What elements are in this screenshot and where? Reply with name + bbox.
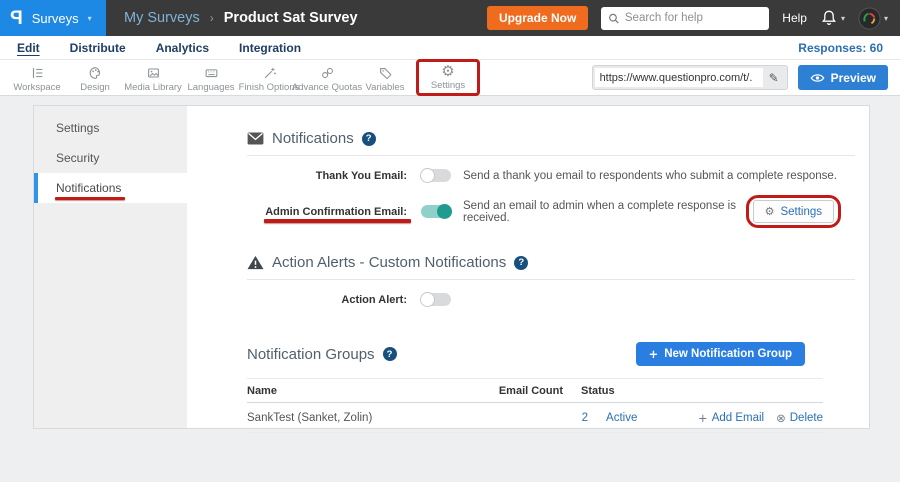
sidebar-item-notifications[interactable]: Notifications xyxy=(34,173,187,203)
tab-integration[interactable]: Integration xyxy=(239,41,301,55)
header-email-count: Email Count xyxy=(483,385,563,397)
group-row: SankTest (Sanket, Zolin) 2 Active + Add … xyxy=(247,403,823,433)
section-title: Notifications xyxy=(272,130,354,147)
breadcrumb-separator: › xyxy=(210,11,214,25)
notification-groups-header: Notification Groups ? + New Notification… xyxy=(247,342,823,366)
action-alert-toggle[interactable] xyxy=(421,293,451,306)
chevron-down-icon: ▾ xyxy=(884,14,888,23)
search-icon xyxy=(608,12,620,25)
header-status: Status xyxy=(563,385,673,397)
action-alert-row: Action Alert: xyxy=(247,293,855,306)
section-title: Action Alerts - Custom Notifications xyxy=(272,254,506,271)
settings-panel: Settings Security Notifications Notifica… xyxy=(33,105,870,429)
tab-analytics[interactable]: Analytics xyxy=(156,41,209,55)
notifications-section-header: Notifications ? xyxy=(247,130,855,156)
chain-links-icon xyxy=(319,65,336,81)
image-icon xyxy=(145,65,162,81)
group-status-link[interactable]: Active xyxy=(606,412,637,424)
notifications-bell[interactable]: ▾ xyxy=(820,9,845,27)
help-icon[interactable]: ? xyxy=(383,347,397,361)
surveys-menu[interactable]: P Surveys ▾ xyxy=(0,0,106,36)
group-name: SankTest (Sanket, Zolin) xyxy=(247,412,508,424)
plus-icon: + xyxy=(698,411,708,425)
questionpro-logo: P xyxy=(10,9,23,28)
breadcrumb: My Surveys › Product Sat Survey xyxy=(106,10,358,26)
toolbar-settings[interactable]: ⚙ Settings xyxy=(422,62,474,91)
palette-icon xyxy=(87,65,104,81)
keyboard-icon xyxy=(203,65,220,81)
thank-you-email-description: Send a thank you email to respondents wh… xyxy=(463,170,837,182)
admin-confirmation-email-label: Admin Confirmation Email: xyxy=(247,206,407,218)
groups-table-header: Name Email Count Status xyxy=(247,379,823,403)
delete-action[interactable]: ⊗ Delete xyxy=(776,411,823,425)
warning-icon xyxy=(247,255,264,270)
toolbar-media-library[interactable]: Media Library xyxy=(124,63,182,93)
admin-confirmation-email-toggle[interactable] xyxy=(421,205,451,218)
sidebar-item-security[interactable]: Security xyxy=(34,143,187,173)
edit-url-pencil-icon[interactable]: ✎ xyxy=(763,71,785,85)
toolbar-workspace[interactable]: Workspace xyxy=(8,63,66,93)
envelope-icon xyxy=(247,132,264,145)
top-bar: P Surveys ▾ My Surveys › Product Sat Sur… xyxy=(0,0,900,36)
thank-you-email-label: Thank You Email: xyxy=(247,170,407,182)
workspace-icon xyxy=(29,65,46,81)
settings-sidebar: Settings Security Notifications xyxy=(34,106,187,428)
settings-page: Settings Security Notifications Notifica… xyxy=(0,105,900,482)
breadcrumb-current: Product Sat Survey xyxy=(224,10,358,26)
search-input[interactable] xyxy=(625,12,762,24)
responses-count[interactable]: Responses: 60 xyxy=(798,41,883,55)
breadcrumb-parent[interactable]: My Surveys xyxy=(124,10,200,26)
gear-icon: ⚙ xyxy=(765,205,775,218)
admin-email-settings-button[interactable]: ⚙ Settings xyxy=(753,200,834,223)
survey-url-field[interactable]: ✎ xyxy=(592,65,788,90)
section-title: Notification Groups xyxy=(247,346,375,363)
tab-distribute[interactable]: Distribute xyxy=(70,41,126,55)
toolbar-variables[interactable]: Variables xyxy=(356,63,414,93)
wand-icon xyxy=(261,65,278,81)
new-notification-group-button[interactable]: + New Notification Group xyxy=(636,342,805,366)
account-menu[interactable]: ▾ xyxy=(858,7,888,30)
survey-url-input[interactable] xyxy=(595,68,763,87)
thank-you-email-row: Thank You Email: Send a thank you email … xyxy=(247,169,855,182)
chevron-down-icon: ▾ xyxy=(841,14,845,23)
preview-button[interactable]: Preview xyxy=(798,65,888,90)
gear-icon: ⚙ xyxy=(441,64,454,79)
sidebar-item-settings[interactable]: Settings xyxy=(34,113,187,143)
notifications-content: Notifications ? Thank You Email: Send a … xyxy=(187,106,869,428)
eye-icon xyxy=(810,73,825,83)
avatar xyxy=(858,7,881,30)
upgrade-now-button[interactable]: Upgrade Now xyxy=(487,6,588,30)
add-email-action[interactable]: + Add Email xyxy=(698,411,764,425)
edit-toolbar: Workspace Design Media Library Languages xyxy=(0,60,900,96)
help-search[interactable] xyxy=(601,7,769,30)
toolbar-advance-quotas[interactable]: Advance Quotas xyxy=(298,63,356,93)
help-icon[interactable]: ? xyxy=(514,256,528,270)
chevron-down-icon: ▾ xyxy=(88,14,92,23)
surveys-menu-label: Surveys xyxy=(32,11,79,26)
toolbar-languages[interactable]: Languages xyxy=(182,63,240,93)
help-icon[interactable]: ? xyxy=(362,132,376,146)
circle-x-icon: ⊗ xyxy=(776,411,786,425)
action-alerts-section-header: Action Alerts - Custom Notifications ? xyxy=(247,254,855,280)
plus-icon: + xyxy=(649,347,659,361)
toolbar-design[interactable]: Design xyxy=(66,63,124,93)
help-link[interactable]: Help xyxy=(782,11,807,25)
settings-annotation-box: ⚙ Settings xyxy=(416,59,480,96)
survey-nav: Edit Distribute Analytics Integration Re… xyxy=(0,36,900,60)
tab-edit[interactable]: Edit xyxy=(17,41,40,55)
admin-confirmation-email-row: Admin Confirmation Email: Send an email … xyxy=(247,195,855,228)
action-alert-label: Action Alert: xyxy=(247,294,407,306)
header-name: Name xyxy=(247,385,483,397)
admin-confirmation-email-description: Send an email to admin when a complete r… xyxy=(463,200,746,224)
toolbar-finish-options[interactable]: Finish Options xyxy=(240,63,298,93)
settings-button-annotation-box: ⚙ Settings xyxy=(746,195,841,228)
tag-icon xyxy=(377,65,394,81)
thank-you-email-toggle[interactable] xyxy=(421,169,451,182)
bell-icon xyxy=(820,9,838,27)
